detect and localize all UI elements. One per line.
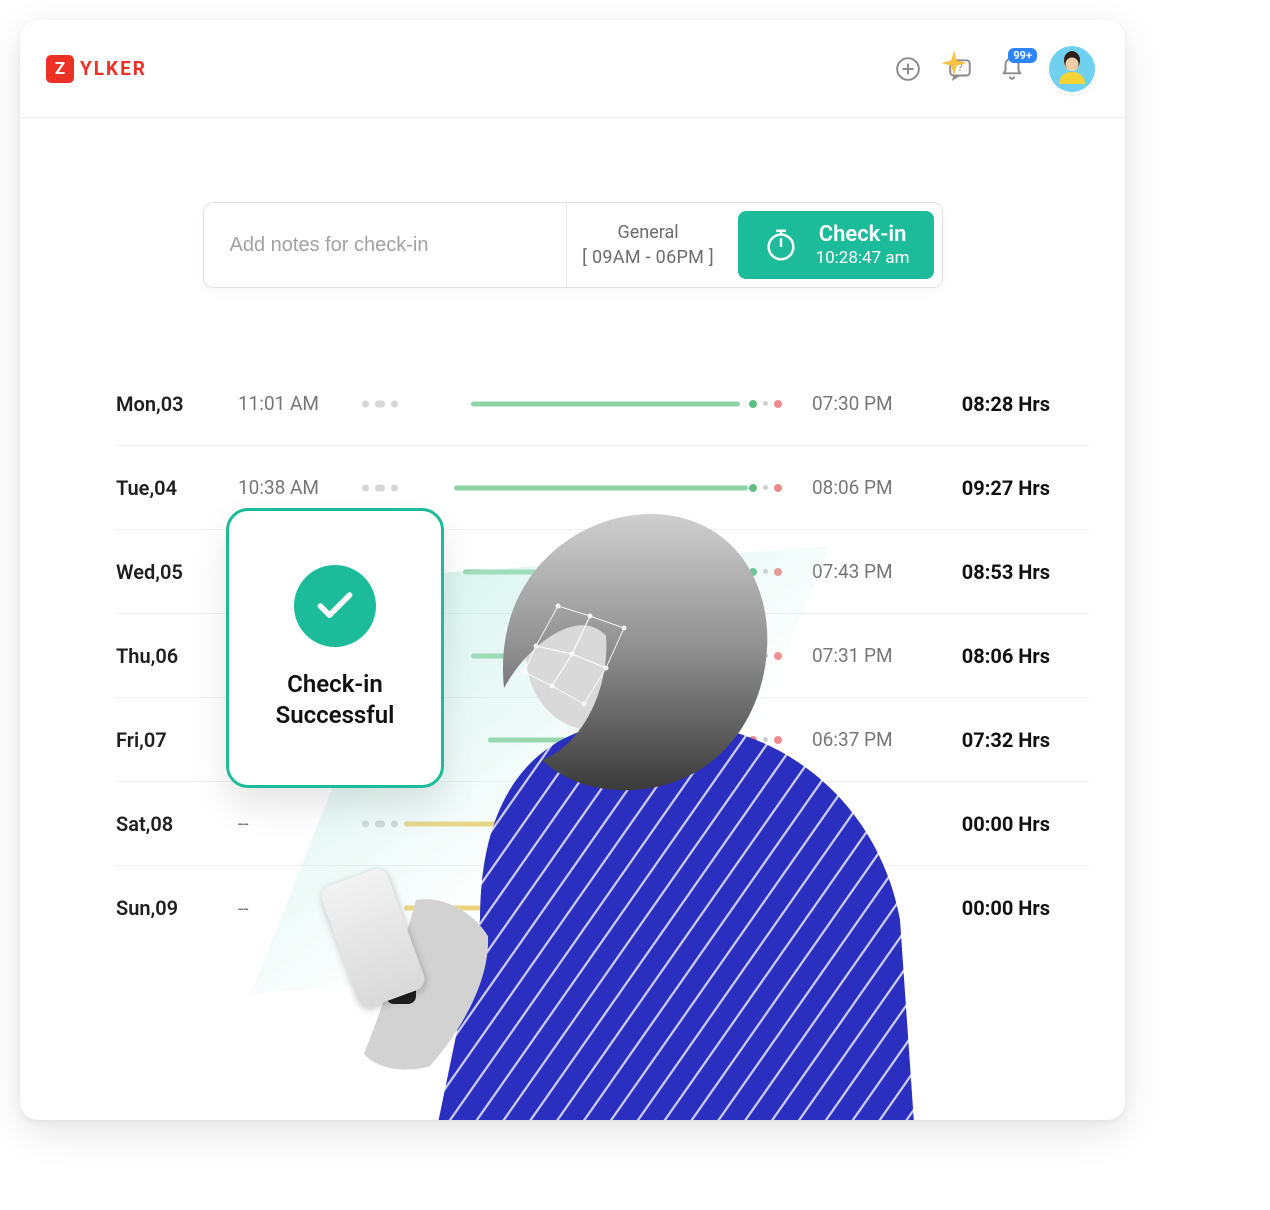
checkin-time-cell: --	[238, 897, 332, 920]
day-label: Wed,05	[116, 560, 208, 584]
day-label: Thu,06	[116, 644, 208, 668]
total-hours-cell: 00:00 Hrs	[930, 812, 1050, 836]
checkin-time-cell: --	[238, 812, 332, 835]
avatar[interactable]	[1049, 46, 1095, 92]
checkout-time-cell: --	[812, 897, 900, 920]
add-button[interactable]	[893, 54, 923, 84]
plus-circle-icon	[895, 56, 921, 82]
total-hours-cell: 08:53 Hrs	[930, 560, 1050, 584]
timeline: Weekend	[362, 812, 782, 836]
attendance-row[interactable]: Sat,08 -- Weekend -- 00:00 Hrs	[116, 782, 1089, 866]
notification-badge: 99+	[1008, 48, 1037, 63]
checkout-time-cell: 07:30 PM	[812, 392, 900, 415]
shift-name: General	[617, 222, 678, 243]
total-hours-cell: 07:32 Hrs	[930, 728, 1050, 752]
day-label: Sat,08	[116, 812, 208, 836]
checkin-label: Check-in	[819, 222, 907, 248]
checkin-time-cell: 10:38 AM	[238, 476, 332, 499]
checkin-text: Check-in 10:28:47 am	[816, 222, 910, 269]
checkout-time-cell: 07:43 PM	[812, 560, 900, 583]
avatar-icon	[1049, 46, 1095, 92]
checkin-time-cell: 11:01 AM	[238, 392, 332, 415]
attendance-row[interactable]: Mon,03 11:01 AM 07:30 PM 08:28 Hrs	[116, 362, 1089, 446]
day-label: Sun,09	[116, 896, 208, 920]
logo-mark: Z	[46, 55, 74, 83]
day-label: Mon,03	[116, 392, 208, 416]
header-actions: ? 99+	[893, 46, 1095, 92]
day-label: Fri,07	[116, 728, 208, 752]
shift-info: General [ 09AM - 06PM ]	[566, 203, 730, 287]
logo[interactable]: Z YLKER	[46, 55, 147, 83]
timeline	[362, 392, 782, 416]
timeline	[362, 476, 782, 500]
popup-line2: Successful	[276, 700, 395, 731]
day-label: Tue,04	[116, 476, 208, 500]
total-hours-cell: 00:00 Hrs	[930, 896, 1050, 920]
checkout-time-cell: 07:31 PM	[812, 644, 900, 667]
popup-line1: Check-in	[276, 669, 395, 700]
success-check-icon	[294, 565, 376, 647]
weekend-tag: Weekend	[532, 897, 611, 919]
header: Z YLKER ? 99+	[20, 20, 1125, 118]
help-button[interactable]: ?	[945, 54, 975, 84]
stopwatch-icon	[762, 226, 800, 264]
weekend-tag: Weekend	[532, 813, 611, 835]
checkin-current-time: 10:28:47 am	[816, 248, 910, 268]
app-window: Z YLKER ? 99+	[20, 20, 1125, 1120]
checkout-time-cell: 08:06 PM	[812, 476, 900, 499]
timeline: Weekend	[362, 896, 782, 920]
notifications-button[interactable]: 99+	[997, 54, 1027, 84]
shift-times: [ 09AM - 06PM ]	[582, 247, 714, 268]
total-hours-cell: 09:27 Hrs	[930, 476, 1050, 500]
checkin-success-popup: Check-in Successful	[226, 508, 444, 788]
popup-message: Check-in Successful	[276, 669, 395, 731]
checkout-time-cell: 06:37 PM	[812, 728, 900, 751]
sparkle-icon	[941, 50, 967, 76]
logo-text: YLKER	[80, 57, 147, 80]
checkin-notes-input[interactable]	[204, 203, 566, 287]
checkin-bar: General [ 09AM - 06PM ] Check-in 10:28:4…	[203, 202, 943, 288]
total-hours-cell: 08:28 Hrs	[930, 392, 1050, 416]
total-hours-cell: 08:06 Hrs	[930, 644, 1050, 668]
checkin-button[interactable]: Check-in 10:28:47 am	[738, 211, 934, 279]
attendance-row[interactable]: Sun,09 -- Weekend -- 00:00 Hrs	[116, 866, 1089, 950]
checkout-time-cell: --	[812, 812, 900, 835]
